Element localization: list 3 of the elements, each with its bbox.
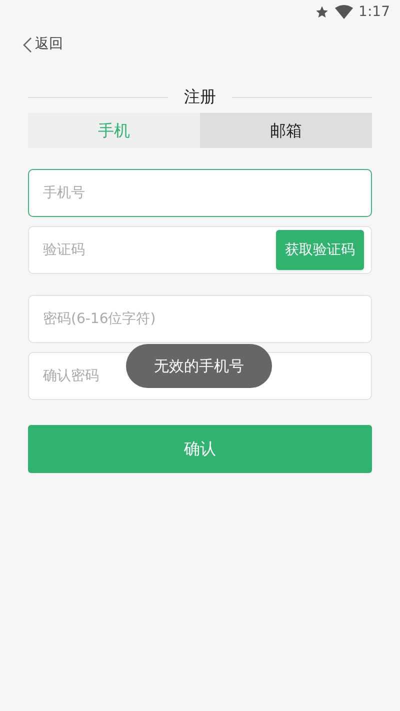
clock: 1:17 [358, 2, 390, 22]
page-title: 注册 [184, 86, 216, 108]
error-toast: 无效的手机号 [126, 344, 272, 388]
